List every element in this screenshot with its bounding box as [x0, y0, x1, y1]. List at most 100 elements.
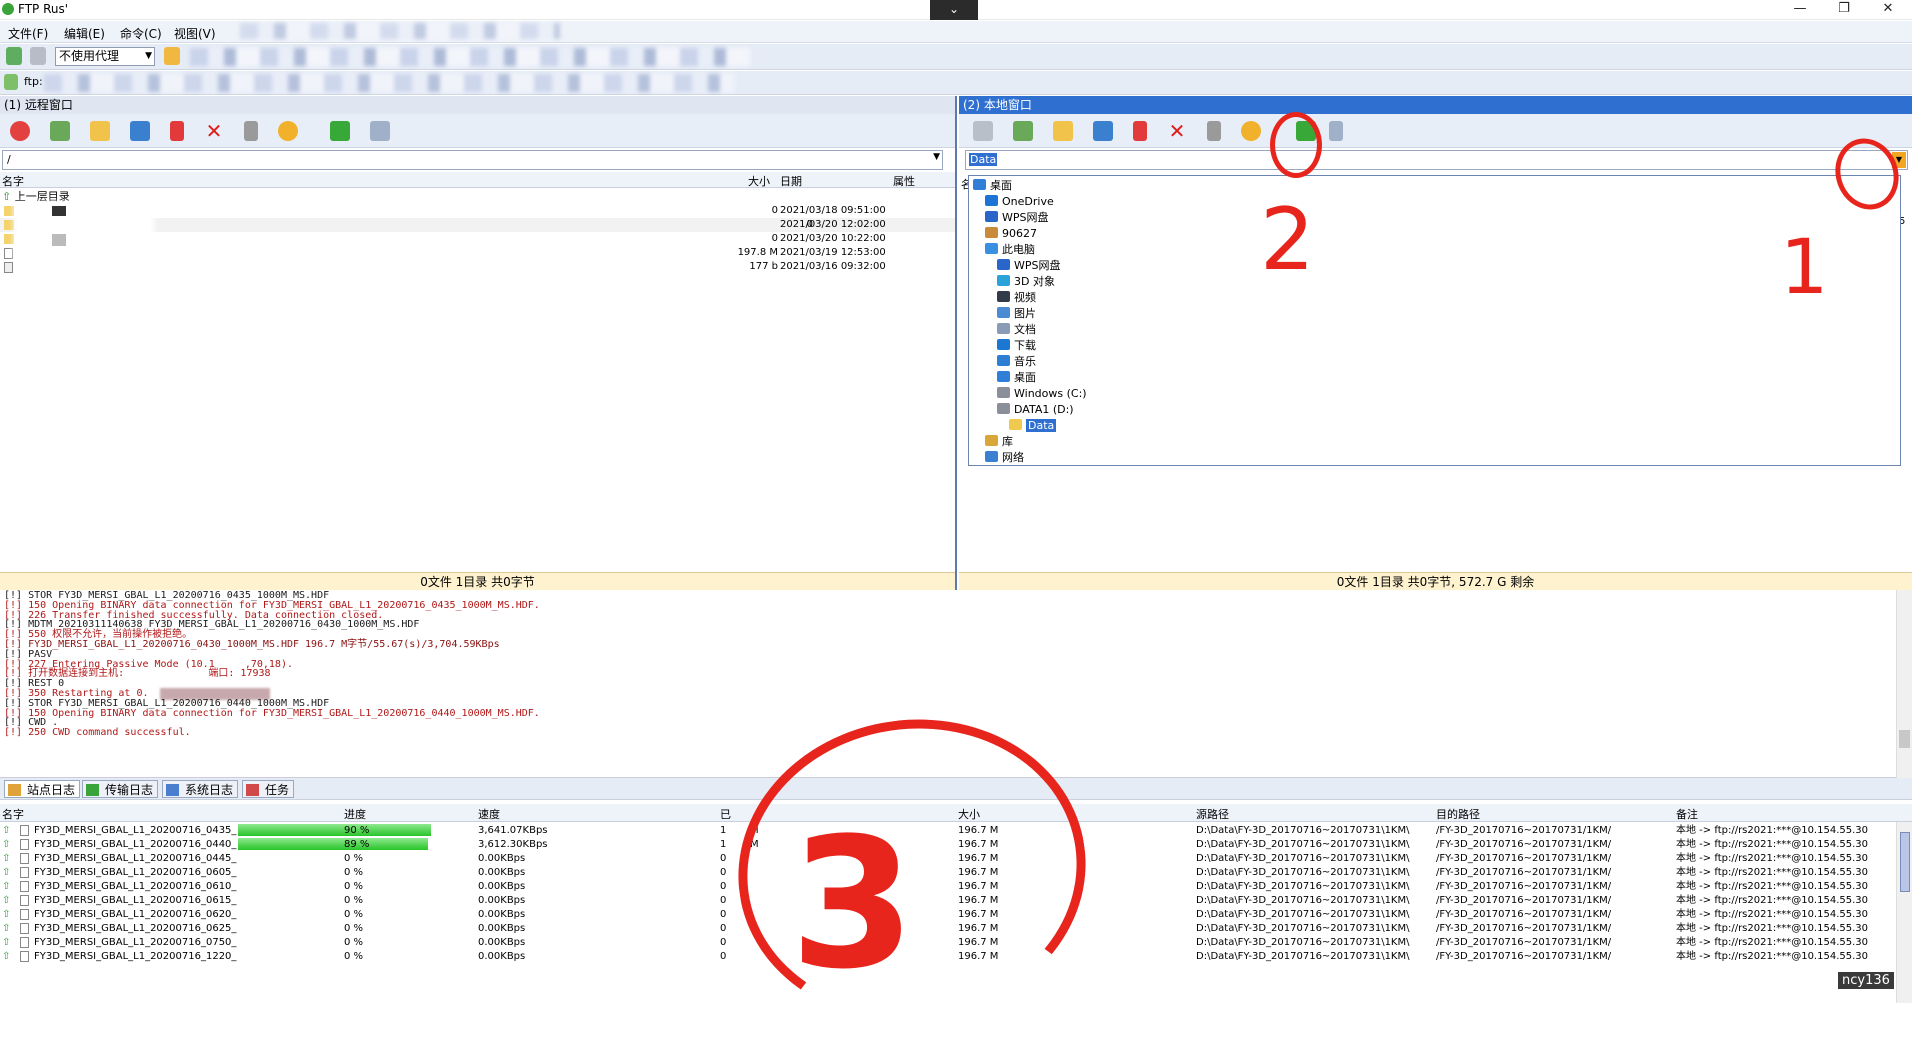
menu-edit[interactable]: 编辑(E)	[64, 25, 105, 42]
remote-path-value: /	[7, 153, 11, 166]
tree-item[interactable]: 3D 对象	[997, 274, 1055, 290]
permissions-icon[interactable]	[278, 121, 298, 141]
scroll-thumb[interactable]	[1899, 730, 1910, 748]
tree-item[interactable]: 网络	[985, 450, 1024, 466]
folder-tree-dropdown[interactable]: 桌面 OneDrive WPS网盘 90627 此电脑 WPS网盘 3D 对象 视频 图片 文档下…	[968, 175, 1901, 466]
tree-item[interactable]: OneDrive	[985, 194, 1054, 210]
file-size: 177 b	[749, 261, 778, 272]
redaction	[52, 206, 66, 216]
bookmark-icon[interactable]	[164, 47, 180, 65]
col-size[interactable]: 大小	[748, 173, 770, 189]
tree-item[interactable]: WPS网盘	[985, 210, 1049, 226]
library-icon	[985, 435, 998, 446]
tree-item[interactable]: WPS网盘	[997, 258, 1061, 274]
tree-item-label: 桌面	[990, 179, 1012, 192]
drive-icon	[997, 403, 1010, 414]
tree-item[interactable]: 90627	[985, 226, 1037, 242]
file-date: 2021/03/16 09:32:00	[780, 261, 886, 272]
tree-item[interactable]: 库	[985, 434, 1013, 450]
maximize-button[interactable]: ❐	[1824, 0, 1864, 20]
tree-item[interactable]: DATA1 (D:)	[997, 402, 1074, 418]
transfer-log-icon	[86, 784, 99, 796]
tree-item[interactable]: 下载	[997, 338, 1036, 354]
stop-icon[interactable]	[10, 121, 30, 141]
tab-tasks[interactable]: 任务	[242, 780, 295, 798]
annotation-number-2: 2	[1260, 190, 1315, 290]
tree-item[interactable]: 此电脑	[985, 242, 1035, 258]
folder-icon	[4, 220, 14, 230]
col-progress[interactable]: 进度	[344, 806, 366, 822]
new-folder-icon[interactable]	[130, 121, 150, 141]
dropdown-arrow-icon[interactable]: ▼	[933, 152, 940, 162]
col-time[interactable]: 已	[720, 806, 731, 822]
tree-item[interactable]: 桌面	[997, 370, 1036, 386]
col-speed[interactable]: 速度	[478, 806, 500, 822]
folder-up-icon[interactable]	[90, 121, 110, 141]
pause-icon[interactable]	[1133, 121, 1147, 141]
chevron-down-icon[interactable]: ⌄	[930, 0, 978, 20]
queue-name: FY3D_MERSI_GBAL_L1_20200716_1220_	[34, 951, 237, 962]
menu-command[interactable]: 命令(C)	[120, 25, 162, 42]
tree-item[interactable]: Data	[1009, 418, 1057, 434]
file-icon	[4, 248, 13, 259]
col-dest-path[interactable]: 目的路径	[1436, 806, 1480, 822]
pause-icon[interactable]	[170, 121, 184, 141]
main-toolbar: 不使用代理 ▼	[0, 44, 1912, 70]
connect-icon[interactable]	[6, 47, 22, 65]
view-log-icon[interactable]	[1329, 121, 1343, 141]
annotation-number-3: 3	[790, 800, 916, 1009]
close-button[interactable]: ✕	[1868, 0, 1908, 20]
file-size: 0	[771, 205, 778, 216]
annotation-circle-upload	[1270, 112, 1322, 178]
col-name[interactable]: 名字	[2, 173, 24, 189]
local-path-input[interactable]: Data ▼	[965, 150, 1908, 170]
tree-item[interactable]: 文档	[997, 322, 1036, 338]
menu-view[interactable]: 视图(V)	[174, 25, 216, 42]
title-bar: FTP Rus' ⌄ — ❐ ✕	[0, 0, 1912, 20]
list-item[interactable]: 177 b 2021/03/16 09:32:00	[0, 260, 920, 274]
file-icon	[20, 825, 29, 836]
tab-label: 站点日志	[27, 783, 76, 797]
tab-site-log[interactable]: 站点日志	[4, 780, 81, 798]
tree-item[interactable]: Windows (C:)	[997, 386, 1087, 402]
delete-icon[interactable]: ✕	[1167, 121, 1187, 141]
tree-item[interactable]: 视频	[997, 290, 1036, 306]
transfer-arrow-icon[interactable]	[330, 121, 350, 141]
new-folder-icon[interactable]	[1093, 121, 1113, 141]
rename-icon[interactable]	[1207, 121, 1221, 141]
folder-up-icon[interactable]	[1053, 121, 1073, 141]
file-icon	[20, 895, 29, 906]
col-note[interactable]: 备注	[1676, 806, 1698, 822]
log-line: [!] FY3D_MERSI_GBAL_L1_20200716_0430_100…	[4, 639, 500, 650]
address-prefix[interactable]: ftp:	[24, 75, 43, 88]
col-source-path[interactable]: 源路径	[1196, 806, 1229, 822]
menu-file[interactable]: 文件(F)	[8, 25, 48, 42]
tree-item[interactable]: 桌面	[973, 178, 1012, 194]
system-log-icon	[166, 784, 179, 796]
col-name[interactable]: 名字	[2, 806, 24, 822]
tab-system-log[interactable]: 系统日志	[162, 780, 239, 798]
window-title: FTP Rus'	[18, 2, 69, 16]
annotation-number-1: 1	[1780, 222, 1829, 311]
tab-transfer-log[interactable]: 传输日志	[82, 780, 159, 798]
tree-item[interactable]: 音乐	[997, 354, 1036, 370]
drive-icon[interactable]	[973, 121, 993, 141]
col-attr[interactable]: 属性	[893, 173, 915, 189]
col-date[interactable]: 日期	[780, 173, 802, 189]
local-status: 0文件 1目录 共0字节, 572.7 G 剩余	[959, 572, 1912, 590]
remote-path-input[interactable]: / ▼	[2, 150, 943, 170]
remote-toolbar: ✕	[0, 114, 955, 148]
tree-item-label: 下载	[1014, 339, 1036, 352]
refresh-icon[interactable]	[1013, 121, 1033, 141]
minimize-button[interactable]: —	[1780, 0, 1820, 20]
disconnect-icon[interactable]	[30, 47, 46, 65]
log-scrollbar[interactable]	[1896, 590, 1912, 778]
refresh-icon[interactable]	[50, 121, 70, 141]
view-log-icon[interactable]	[370, 121, 390, 141]
rename-icon[interactable]	[244, 121, 258, 141]
tree-item-label: WPS网盘	[1002, 211, 1049, 224]
proxy-select[interactable]: 不使用代理 ▼	[55, 47, 155, 66]
permissions-icon[interactable]	[1241, 121, 1261, 141]
delete-icon[interactable]: ✕	[204, 121, 224, 141]
tree-item[interactable]: 图片	[997, 306, 1036, 322]
